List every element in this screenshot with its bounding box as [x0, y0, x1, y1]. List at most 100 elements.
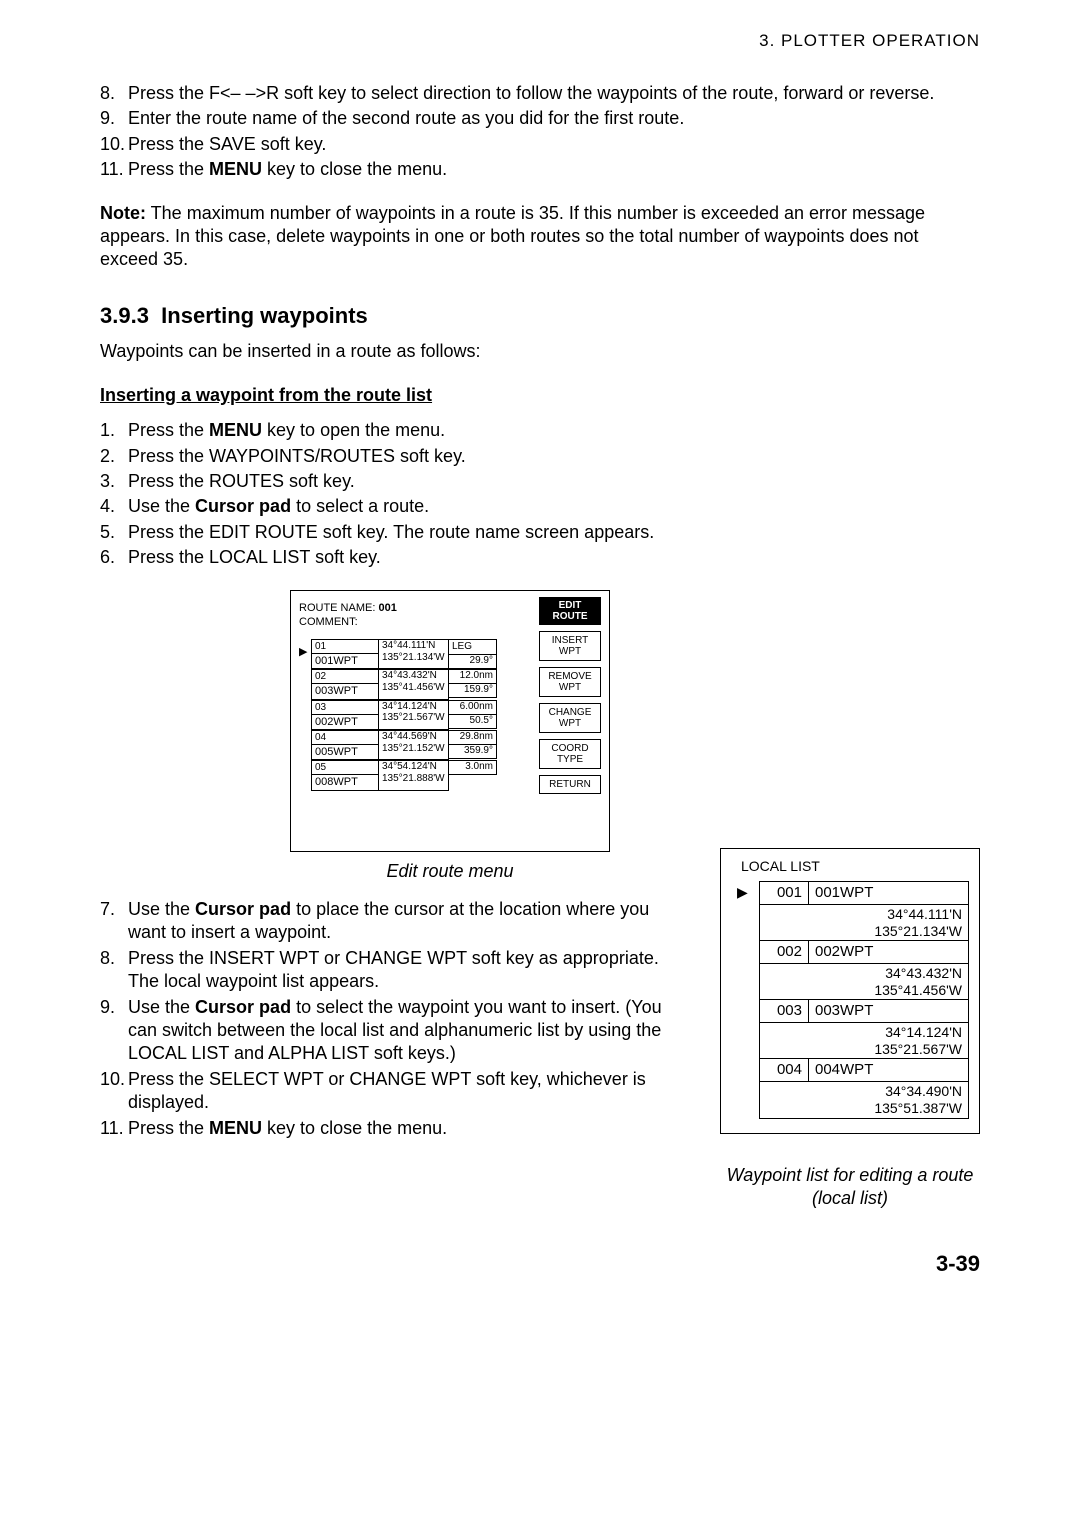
step-text: Press the F<– –>R soft key to select dir…	[128, 82, 980, 105]
softkey-header: EDITROUTE	[539, 597, 601, 625]
row-pointer-icon	[299, 700, 311, 730]
step-item: 4.Use the Cursor pad to select a route.	[100, 495, 980, 518]
step-text: Press the MENU key to close the menu.	[128, 158, 980, 181]
note-text: The maximum number of waypoints in a rou…	[100, 203, 925, 270]
step-number: 11.	[100, 1117, 128, 1140]
route-name-value: 001	[378, 602, 396, 614]
route-row[interactable]: 03002WPT34°14.124'N135°21.567'W6.00nm50.…	[299, 700, 601, 730]
step-number: 3.	[100, 470, 128, 493]
step-text: Press the EDIT ROUTE soft key. The route…	[128, 521, 980, 544]
step-number: 10.	[100, 133, 128, 156]
step-item: 11.Press the MENU key to close the menu.	[100, 1117, 680, 1140]
local-row-coords: 34°34.490'N135°51.387'W	[760, 1081, 969, 1118]
local-list-row[interactable]: ▶001001WPT	[731, 882, 969, 905]
route-name-label: ROUTE NAME:	[299, 602, 375, 614]
route-col-index-name: 01001WPT	[311, 639, 379, 669]
step-item: 3.Press the ROUTES soft key.	[100, 470, 980, 493]
note-paragraph: Note: The maximum number of waypoints in…	[100, 202, 980, 272]
route-col-index-name: 03002WPT	[311, 700, 379, 730]
row-pointer-icon	[731, 1000, 760, 1059]
local-list-title: LOCAL LIST	[741, 857, 969, 875]
emphasis: MENU	[209, 420, 262, 440]
local-row-wpt: 003WPT	[809, 1000, 969, 1023]
subheading: Inserting a waypoint from the route list	[100, 384, 980, 407]
local-list-table: ▶001001WPT34°44.111'N135°21.134'W002002W…	[731, 881, 969, 1118]
step-text: Press the MENU key to open the menu.	[128, 419, 980, 442]
route-col-coords: 34°14.124'N135°21.567'W	[379, 700, 449, 730]
route-col-leg: 3.0nm	[449, 760, 497, 790]
route-col-leg: 6.00nm50.5°	[449, 700, 497, 730]
step-text: Press the LOCAL LIST soft key.	[128, 546, 980, 569]
local-list-row[interactable]: 003003WPT	[731, 1000, 969, 1023]
row-pointer-icon	[299, 730, 311, 760]
step-item: 1.Press the MENU key to open the menu.	[100, 419, 980, 442]
local-row-coords: 34°14.124'N135°21.567'W	[760, 1022, 969, 1059]
step-item: 7.Use the Cursor pad to place the cursor…	[100, 898, 680, 945]
route-row[interactable]: 04005WPT34°44.569'N135°21.152'W29.8nm359…	[299, 730, 601, 760]
emphasis: Cursor pad	[195, 496, 291, 516]
local-row-number: 001	[760, 882, 809, 905]
steps-a-list: 8.Press the F<– –>R soft key to select d…	[100, 82, 980, 182]
row-pointer-icon	[299, 760, 311, 790]
step-number: 7.	[100, 898, 128, 945]
route-col-leg: 29.8nm359.9°	[449, 730, 497, 760]
step-text: Use the Cursor pad to select the waypoin…	[128, 996, 680, 1066]
steps-c-list: 7.Use the Cursor pad to place the cursor…	[100, 898, 680, 1140]
emphasis: MENU	[209, 159, 262, 179]
local-list-row[interactable]: 002002WPT	[731, 941, 969, 964]
row-pointer-icon	[731, 1059, 760, 1118]
edit-route-figure: ROUTE NAME: 001 COMMENT: EDITROUTE INSER…	[290, 590, 610, 852]
row-pointer-icon	[299, 669, 311, 699]
step-number: 1.	[100, 419, 128, 442]
local-list-row-coords: 34°44.111'N135°21.134'W	[731, 904, 969, 941]
step-text: Press the SELECT WPT or CHANGE WPT soft …	[128, 1068, 680, 1115]
local-row-number: 003	[760, 1000, 809, 1023]
local-row-wpt: 004WPT	[809, 1059, 969, 1082]
route-col-leg: LEG29.9°	[449, 639, 497, 669]
step-item: 8.Press the F<– –>R soft key to select d…	[100, 82, 980, 105]
route-col-coords: 34°43.432'N135°41.456'W	[379, 669, 449, 699]
local-list-figure: LOCAL LIST ▶001001WPT34°44.111'N135°21.1…	[720, 848, 980, 1134]
local-row-number: 004	[760, 1059, 809, 1082]
step-item: 10.Press the SAVE soft key.	[100, 133, 980, 156]
step-number: 9.	[100, 107, 128, 130]
step-item: 9.Use the Cursor pad to select the waypo…	[100, 996, 680, 1066]
section-intro: Waypoints can be inserted in a route as …	[100, 340, 980, 363]
local-list-row-coords: 34°34.490'N135°51.387'W	[731, 1081, 969, 1118]
step-number: 8.	[100, 82, 128, 105]
route-row[interactable]: ▶01001WPT34°44.111'N135°21.134'WLEG29.9°	[299, 639, 601, 669]
route-col-coords: 34°54.124'N135°21.888'W	[379, 760, 449, 790]
step-number: 6.	[100, 546, 128, 569]
route-row[interactable]: 05008WPT34°54.124'N135°21.888'W3.0nm	[299, 760, 601, 790]
route-row[interactable]: 02003WPT34°43.432'N135°41.456'W12.0nm159…	[299, 669, 601, 699]
step-text: Press the MENU key to close the menu.	[128, 1117, 680, 1140]
route-col-coords: 34°44.569'N135°21.152'W	[379, 730, 449, 760]
page-header: 3. PLOTTER OPERATION	[100, 30, 980, 52]
row-pointer-icon	[731, 941, 760, 1000]
local-row-coords: 34°44.111'N135°21.134'W	[760, 904, 969, 941]
step-item: 6.Press the LOCAL LIST soft key.	[100, 546, 980, 569]
route-col-coords: 34°44.111'N135°21.134'W	[379, 639, 449, 669]
route-col-leg: 12.0nm159.9°	[449, 669, 497, 699]
step-number: 4.	[100, 495, 128, 518]
step-item: 10.Press the SELECT WPT or CHANGE WPT so…	[100, 1068, 680, 1115]
route-col-index-name: 04005WPT	[311, 730, 379, 760]
row-pointer-icon: ▶	[731, 882, 760, 941]
local-row-wpt: 001WPT	[809, 882, 969, 905]
section-number: 3.9.3	[100, 303, 149, 328]
local-row-number: 002	[760, 941, 809, 964]
local-list-row[interactable]: 004004WPT	[731, 1059, 969, 1082]
step-text: Use the Cursor pad to place the cursor a…	[128, 898, 680, 945]
step-item: 9.Enter the route name of the second rou…	[100, 107, 980, 130]
row-pointer-icon: ▶	[299, 639, 311, 669]
section-title: 3.9.3 Inserting waypoints	[100, 302, 980, 331]
local-list-row-coords: 34°14.124'N135°21.567'W	[731, 1022, 969, 1059]
step-number: 8.	[100, 947, 128, 994]
emphasis: Cursor pad	[195, 899, 291, 919]
note-label: Note:	[100, 203, 146, 223]
route-col-index-name: 05008WPT	[311, 760, 379, 790]
local-row-coords: 34°43.432'N135°41.456'W	[760, 963, 969, 1000]
emphasis: Cursor pad	[195, 997, 291, 1017]
local-row-wpt: 002WPT	[809, 941, 969, 964]
step-number: 9.	[100, 996, 128, 1066]
